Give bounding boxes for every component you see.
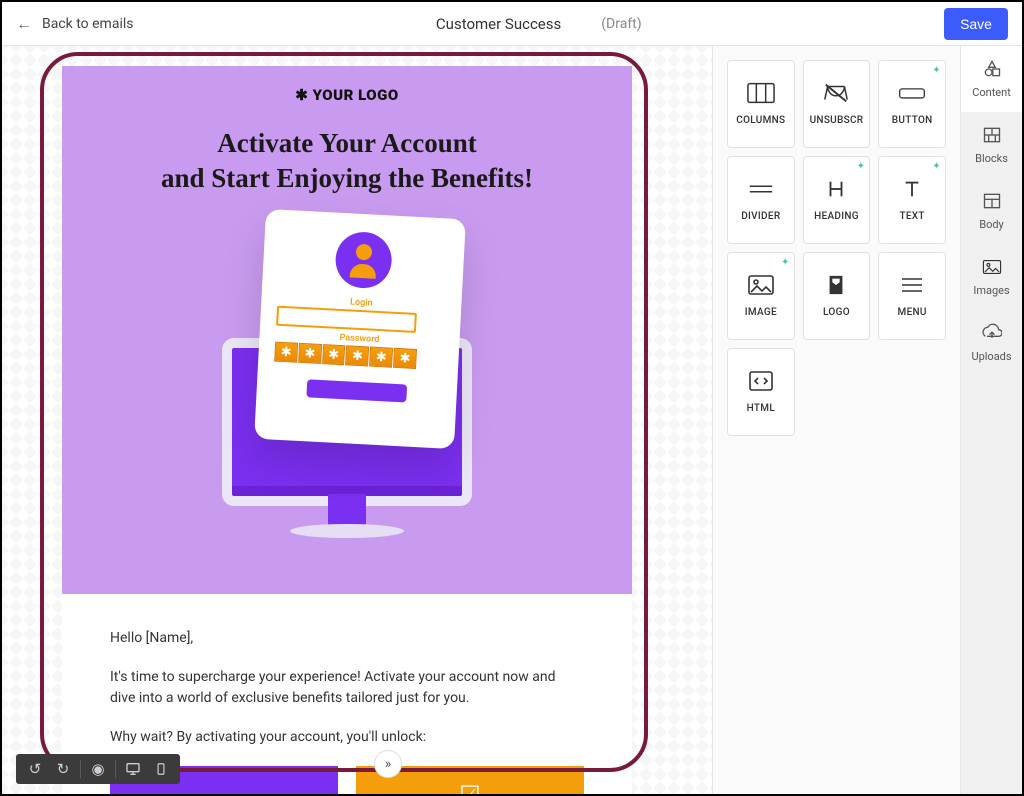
hero-section[interactable]: ✱ YOUR LOGO Activate Your Account and St… (62, 66, 632, 594)
block-label: HTML (747, 403, 775, 414)
mobile-view-button[interactable] (148, 756, 174, 782)
sparkle-icon: ✦ (932, 65, 941, 76)
block-label: IMAGE (745, 307, 777, 318)
collapse-panel-button[interactable]: » (374, 750, 402, 778)
login-input-graphic (276, 306, 417, 333)
columns-icon (747, 82, 775, 107)
block-label: BUTTON (892, 115, 933, 126)
block-image[interactable]: ✦ IMAGE (727, 252, 795, 340)
block-label: DIVIDER (741, 211, 780, 222)
redo-button[interactable]: ↻ (50, 756, 76, 782)
divider-icon (747, 178, 775, 203)
card-button-graphic (306, 379, 407, 402)
tab-body[interactable]: Body (961, 178, 1022, 244)
button-icon (898, 82, 926, 107)
unsubscribe-icon (822, 82, 850, 107)
save-button[interactable]: Save (944, 8, 1008, 40)
html-icon (747, 370, 775, 395)
tab-label: Body (979, 218, 1004, 231)
undo-button[interactable]: ↺ (22, 756, 48, 782)
tab-label: Blocks (975, 152, 1008, 165)
monitor-stand (328, 494, 366, 534)
editor-canvas[interactable]: ✱ YOUR LOGO Activate Your Account and St… (2, 46, 712, 794)
avatar-icon (334, 231, 393, 290)
image-icon (747, 274, 775, 299)
content-blocks-panel: COLUMNS UNSUBSCR ✦ BUTTON DIVIDER ✦ HEADING ✦ TE… (712, 46, 960, 794)
block-label: HEADING (814, 211, 859, 222)
check-icon: ☑ (459, 781, 481, 794)
tab-uploads[interactable]: Uploads (961, 310, 1022, 376)
page-title[interactable]: Customer Success (436, 15, 561, 33)
block-menu[interactable]: MENU (878, 252, 946, 340)
block-logo[interactable]: LOGO (803, 252, 871, 340)
sparkle-icon: ✦ (932, 161, 941, 172)
bricks-icon (982, 125, 1002, 148)
block-divider[interactable]: DIVIDER (727, 156, 795, 244)
image-icon (982, 257, 1002, 280)
block-heading[interactable]: ✦ HEADING (803, 156, 871, 244)
tab-images[interactable]: Images (961, 244, 1022, 310)
tab-content[interactable]: Content (961, 46, 1022, 112)
email-preview[interactable]: ✱ YOUR LOGO Activate Your Account and St… (62, 66, 632, 794)
block-label: LOGO (823, 307, 850, 318)
sparkle-icon: ✦ (781, 257, 790, 268)
block-label: TEXT (899, 211, 924, 222)
bottom-toolbar: ↺ ↻ ◉ (16, 754, 180, 784)
sparkle-icon: ✦ (857, 161, 866, 172)
tab-label: Content (972, 86, 1011, 99)
block-html[interactable]: HTML (727, 348, 795, 436)
block-unsubscribe[interactable]: UNSUBSCR (803, 60, 871, 148)
logo-placeholder[interactable]: ✱ YOUR LOGO (82, 86, 612, 104)
block-label: MENU (898, 307, 927, 318)
preview-button[interactable]: ◉ (85, 756, 111, 782)
body-paragraph-1[interactable]: It's time to supercharge your experience… (110, 667, 584, 709)
logo-icon (822, 274, 850, 299)
block-button[interactable]: ✦ BUTTON (878, 60, 946, 148)
text-icon (898, 178, 926, 203)
back-to-emails[interactable]: ← Back to emails (16, 14, 134, 34)
upload-icon (982, 323, 1002, 346)
email-body[interactable]: Hello [Name], It's time to supercharge y… (62, 594, 632, 748)
menu-icon (898, 274, 926, 299)
arrow-left-icon: ← (16, 14, 32, 34)
tab-blocks[interactable]: Blocks (961, 112, 1022, 178)
tab-label: Images (973, 284, 1009, 297)
body-paragraph-2[interactable]: Why wait? By activating your account, yo… (110, 727, 584, 748)
shapes-icon (982, 59, 1002, 82)
layout-icon (982, 191, 1002, 214)
greeting-text[interactable]: Hello [Name], (110, 628, 584, 649)
right-tabs: Content Blocks Body Images Uploads (960, 46, 1022, 794)
block-text[interactable]: ✦ TEXT (878, 156, 946, 244)
block-columns[interactable]: COLUMNS (727, 60, 795, 148)
back-label: Back to emails (42, 16, 134, 32)
login-card: Login Password ✱✱✱✱✱✱ (254, 209, 466, 449)
headline[interactable]: Activate Your Account and Start Enjoying… (82, 126, 612, 196)
desktop-view-button[interactable] (120, 756, 146, 782)
tab-label: Uploads (971, 350, 1011, 363)
block-label: COLUMNS (736, 115, 785, 126)
hero-illustration: Login Password ✱✱✱✱✱✱ (192, 214, 502, 534)
draft-status: (Draft) (601, 16, 641, 32)
heading-icon (822, 178, 850, 203)
block-label: UNSUBSCR (810, 115, 864, 126)
